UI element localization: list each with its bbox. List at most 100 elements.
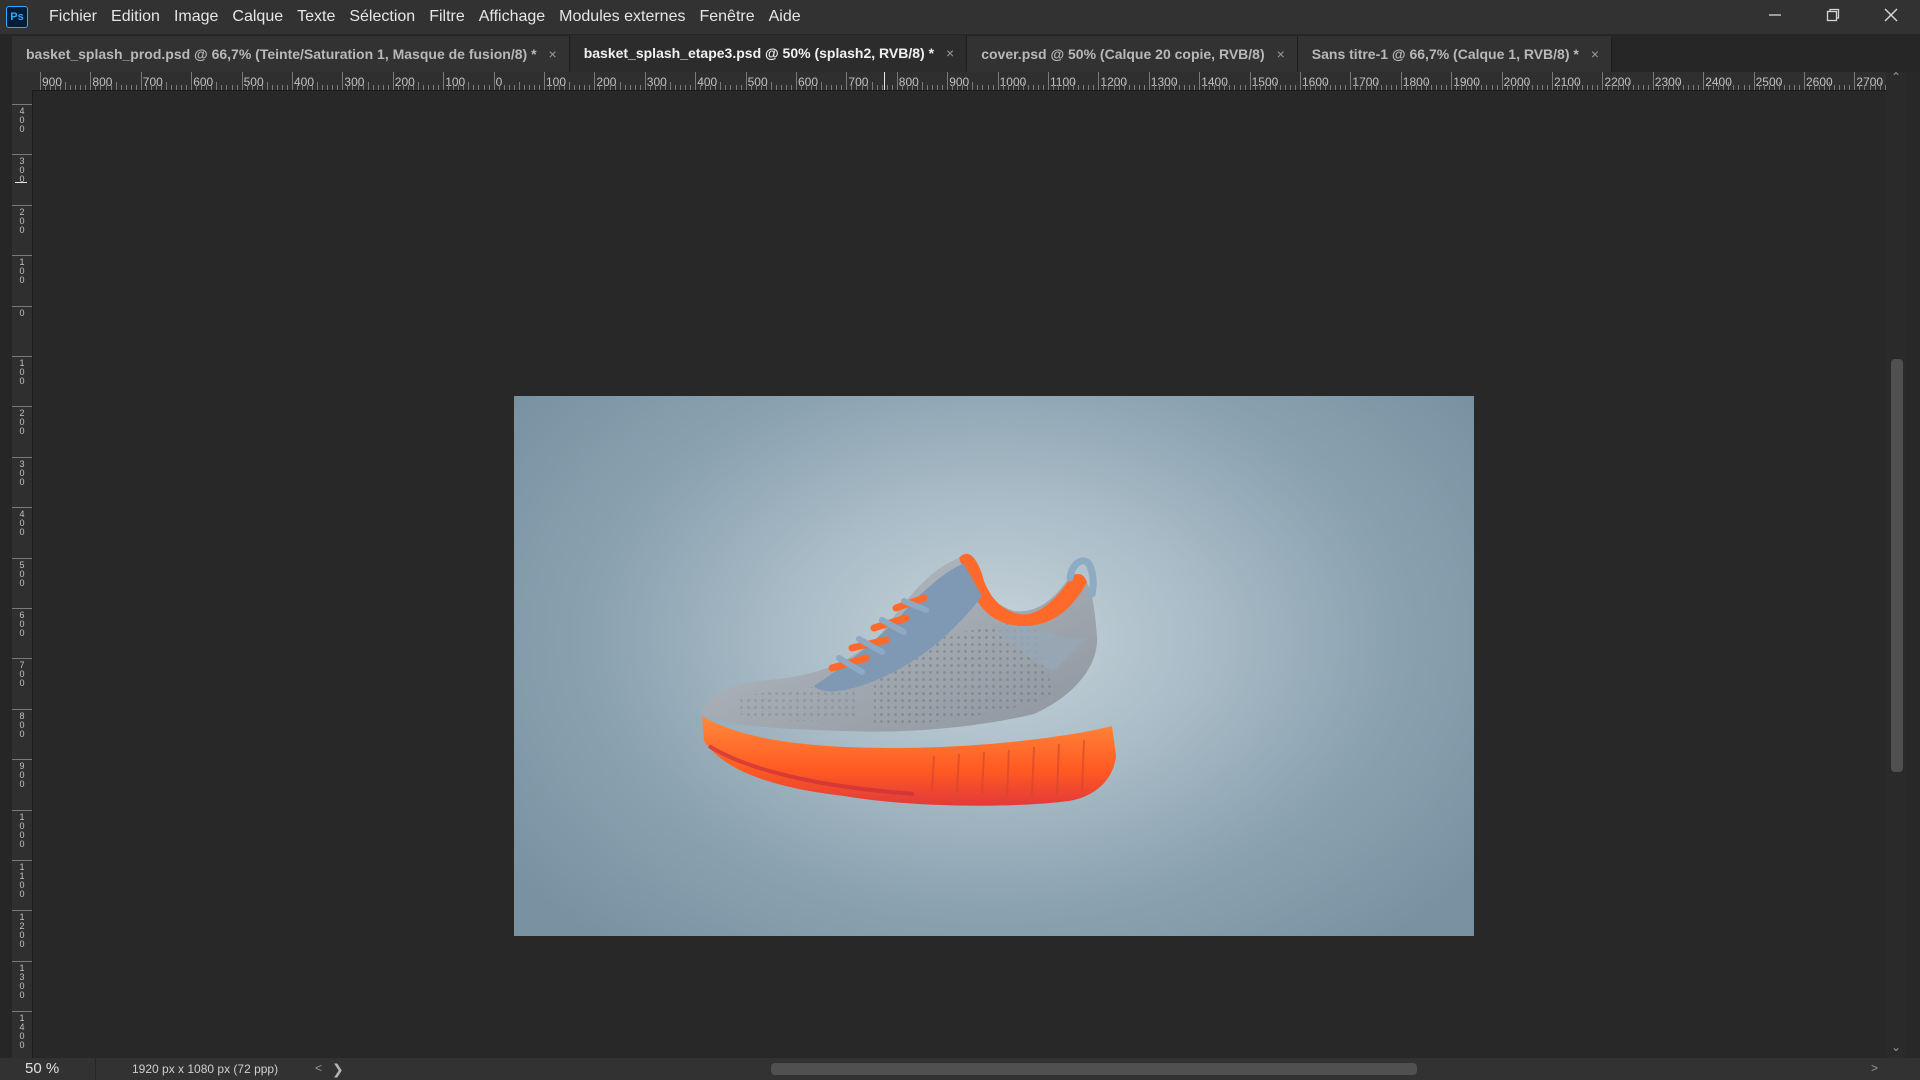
ruler-minor-tick	[332, 85, 334, 90]
canvas-workspace[interactable]	[33, 91, 1886, 1057]
ruler-minor-tick	[1748, 85, 1750, 90]
ruler-minor-tick	[150, 85, 152, 90]
ruler-minor-tick	[886, 85, 888, 90]
tab-label: cover.psd @ 50% (Calque 20 copie, RVB/8)	[981, 46, 1265, 62]
ruler-minor-tick	[176, 85, 178, 90]
ruler-minor-tick	[1118, 85, 1120, 90]
document-tab[interactable]: basket_splash_prod.psd @ 66,7% (Teinte/S…	[12, 36, 570, 72]
ruler-minor-tick	[1274, 82, 1276, 90]
ruler-minor-tick	[1864, 85, 1866, 90]
ruler-minor-tick	[1567, 85, 1569, 90]
zoom-level[interactable]: 50 %	[0, 1058, 95, 1080]
ruler-minor-tick	[1375, 82, 1377, 90]
document-tab[interactable]: cover.psd @ 50% (Calque 20 copie, RVB/8)…	[967, 36, 1298, 72]
ruler-minor-tick	[967, 85, 969, 90]
ruler-minor-tick	[352, 85, 354, 90]
ruler-minor-tick	[725, 85, 727, 90]
ruler-minor-tick	[881, 85, 883, 90]
ruler-minor-tick	[1879, 82, 1881, 90]
tab-close-icon[interactable]: ×	[549, 46, 557, 62]
menu-item-fichier[interactable]: Fichier	[42, 0, 104, 34]
ruler-minor-tick	[307, 85, 309, 90]
ruler-minor-tick	[554, 85, 556, 90]
vertical-scrollbar[interactable]: ⌃ ⌄	[1886, 70, 1906, 1058]
ruler-minor-tick	[1657, 85, 1659, 90]
document-info[interactable]: 1920 px x 1080 px (72 ppp)	[95, 1058, 332, 1080]
window-controls	[1746, 0, 1920, 34]
ruler-minor-tick	[599, 85, 601, 90]
ruler-minor-tick	[1027, 85, 1029, 90]
ruler-minor-tick	[811, 85, 813, 90]
ruler-minor-tick	[221, 85, 223, 90]
menu-item-edition[interactable]: Edition	[104, 0, 167, 34]
ruler-minor-tick	[1506, 85, 1508, 90]
ruler-minor-tick	[317, 82, 319, 90]
ruler-minor-tick	[770, 82, 772, 90]
photoshop-logo-icon[interactable]: Ps	[6, 6, 28, 28]
scroll-down-icon[interactable]: ⌄	[1891, 1040, 1901, 1054]
ruler-label: 900	[19, 761, 25, 790]
vertical-ruler[interactable]: 400 300 200 100 0 100 200 300 400 500 600 700 800 900…	[12, 90, 33, 1058]
tab-close-icon[interactable]: ×	[1277, 46, 1285, 62]
ruler-minor-tick	[1829, 82, 1831, 90]
document-canvas[interactable]	[514, 396, 1474, 936]
ruler-minor-tick	[1819, 85, 1821, 90]
ruler-minor-tick	[790, 85, 792, 90]
ruler-minor-tick	[1163, 85, 1165, 90]
ruler-minor-tick	[1244, 85, 1246, 90]
horizontal-ruler[interactable]: 900 800 700 600 500 400 300 200 100 0 100 200 300 400…	[12, 72, 1901, 91]
scroll-up-icon[interactable]: ⌃	[1891, 70, 1901, 84]
ruler-minor-tick	[1194, 85, 1196, 90]
ruler-minor-tick	[927, 85, 929, 90]
ruler-minor-tick	[1632, 85, 1634, 90]
menu-item-s-lection[interactable]: Sélection	[342, 0, 422, 34]
horizontal-scroll-thumb[interactable]	[771, 1063, 1417, 1075]
ruler-minor-tick	[1723, 85, 1725, 90]
ruler-minor-tick	[1073, 82, 1075, 90]
ruler-minor-tick	[1259, 85, 1261, 90]
ruler-minor-tick	[50, 85, 52, 90]
document-tab[interactable]: Sans titre-1 @ 66,7% (Calque 1, RVB/8) *…	[1297, 36, 1613, 72]
menu-item-texte[interactable]: Texte	[290, 0, 342, 34]
scroll-left-icon[interactable]: <	[315, 1061, 322, 1075]
menu-item-filtre[interactable]: Filtre	[422, 0, 472, 34]
menu-item-calque[interactable]: Calque	[225, 0, 290, 34]
tab-close-icon[interactable]: ×	[1591, 46, 1599, 62]
ruler-minor-tick	[322, 85, 324, 90]
menu-item-affichage[interactable]: Affichage	[472, 0, 552, 34]
menu-item-image[interactable]: Image	[167, 0, 225, 34]
ruler-minor-tick	[1834, 85, 1836, 90]
menu-item-modules-externes[interactable]: Modules externes	[552, 0, 692, 34]
ruler-minor-tick	[468, 82, 470, 90]
ruler-minor-tick	[382, 85, 384, 90]
ruler-minor-tick	[659, 85, 661, 90]
ruler-minor-tick	[564, 85, 566, 90]
tab-close-icon[interactable]: ×	[946, 45, 954, 61]
ruler-minor-tick	[135, 85, 137, 90]
scroll-right-icon[interactable]: >	[1871, 1061, 1878, 1075]
ruler-minor-tick	[337, 85, 339, 90]
ruler-minor-tick	[70, 85, 72, 90]
ruler-minor-tick	[1239, 85, 1241, 90]
horizontal-scrollbar[interactable]: < >	[315, 1060, 1878, 1078]
ruler-minor-tick	[1405, 85, 1407, 90]
ruler-minor-tick	[1743, 85, 1745, 90]
ruler-minor-tick	[876, 85, 878, 90]
ruler-minor-tick	[1209, 85, 1211, 90]
close-icon[interactable]	[1862, 0, 1920, 30]
minimize-icon[interactable]	[1746, 0, 1804, 30]
ruler-minor-tick	[453, 85, 455, 90]
restore-icon[interactable]	[1804, 0, 1862, 30]
ruler-minor-tick	[891, 85, 893, 90]
vertical-scroll-thumb[interactable]	[1891, 359, 1903, 772]
ruler-label: 400	[19, 509, 25, 538]
ruler-minor-tick	[1063, 85, 1065, 90]
ruler-tick	[12, 255, 32, 257]
document-tab[interactable]: basket_splash_etape3.psd @ 50% (splash2,…	[569, 35, 968, 72]
menu-item-aide[interactable]: Aide	[762, 0, 808, 34]
ruler-minor-tick	[765, 85, 767, 90]
ruler-minor-tick	[503, 85, 505, 90]
menu-item-fen-tre[interactable]: Fenêtre	[692, 0, 761, 34]
ruler-minor-tick	[1113, 85, 1115, 90]
ruler-minor-tick	[952, 85, 954, 90]
